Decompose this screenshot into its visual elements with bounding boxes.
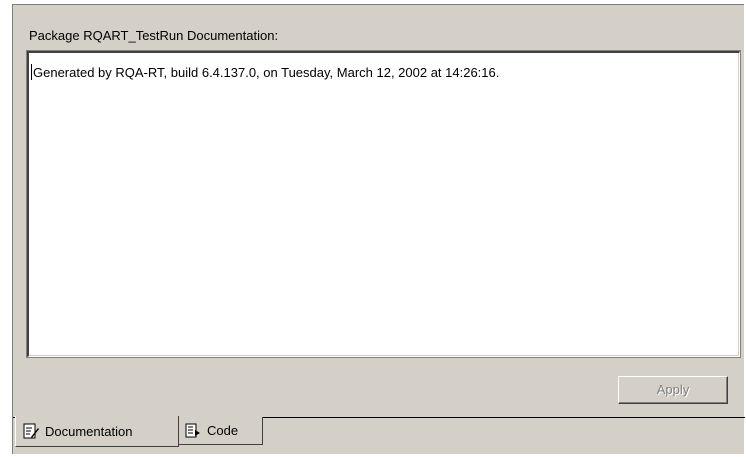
tab-code-label: Code bbox=[207, 423, 239, 438]
text-caret bbox=[31, 64, 32, 80]
document-edit-icon bbox=[22, 422, 40, 440]
documentation-text-area[interactable]: Generated by RQA-RT, build 6.4.137.0, on… bbox=[26, 50, 741, 358]
documentation-text: Generated by RQA-RT, build 6.4.137.0, on… bbox=[33, 65, 500, 80]
tab-code[interactable]: Code bbox=[179, 417, 263, 445]
documentation-label: Package RQART_TestRun Documentation: bbox=[29, 28, 279, 43]
tab-documentation-label: Documentation bbox=[45, 423, 133, 439]
code-file-icon bbox=[184, 422, 202, 440]
documentation-window: Package RQART_TestRun Documentation: Gen… bbox=[12, 4, 745, 454]
tab-documentation[interactable]: Documentation bbox=[15, 416, 179, 447]
apply-button[interactable]: Apply bbox=[618, 376, 728, 404]
